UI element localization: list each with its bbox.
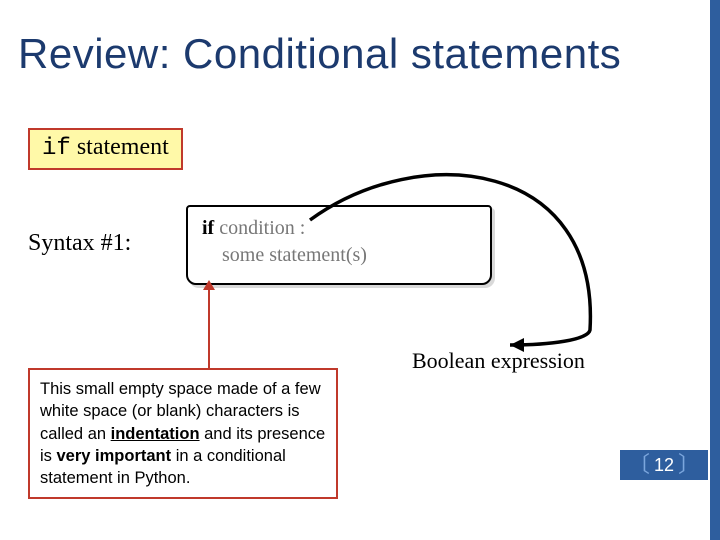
- code-indent: [202, 244, 222, 266]
- callout-indentation-word: indentation: [111, 425, 200, 443]
- code-if-keyword: if: [202, 217, 214, 239]
- code-condition: condition :: [214, 217, 305, 239]
- indentation-arrow: [208, 282, 210, 368]
- code-body: some statement(s): [222, 244, 367, 266]
- page-number: 12: [654, 455, 674, 476]
- right-accent-band: [710, 0, 720, 540]
- if-statement-text: statement: [71, 134, 169, 160]
- page-number-badge: 〔 12 〕: [620, 450, 708, 480]
- bracket-right-icon: 〕: [678, 454, 700, 476]
- if-keyword: if: [42, 135, 71, 162]
- indentation-callout: This small empty space made of a few whi…: [28, 368, 338, 499]
- if-statement-highlight: if statement: [28, 128, 183, 170]
- syntax-label: Syntax #1:: [28, 230, 131, 257]
- code-block: if condition : some statement(s): [186, 205, 492, 285]
- code-line-2: some statement(s): [202, 242, 476, 269]
- code-line-1: if condition :: [202, 215, 476, 242]
- boolean-expression-label: Boolean expression: [412, 348, 585, 374]
- callout-very-important: very important: [57, 447, 172, 465]
- bracket-left-icon: 〔: [628, 454, 650, 476]
- slide-title: Review: Conditional statements: [18, 30, 621, 78]
